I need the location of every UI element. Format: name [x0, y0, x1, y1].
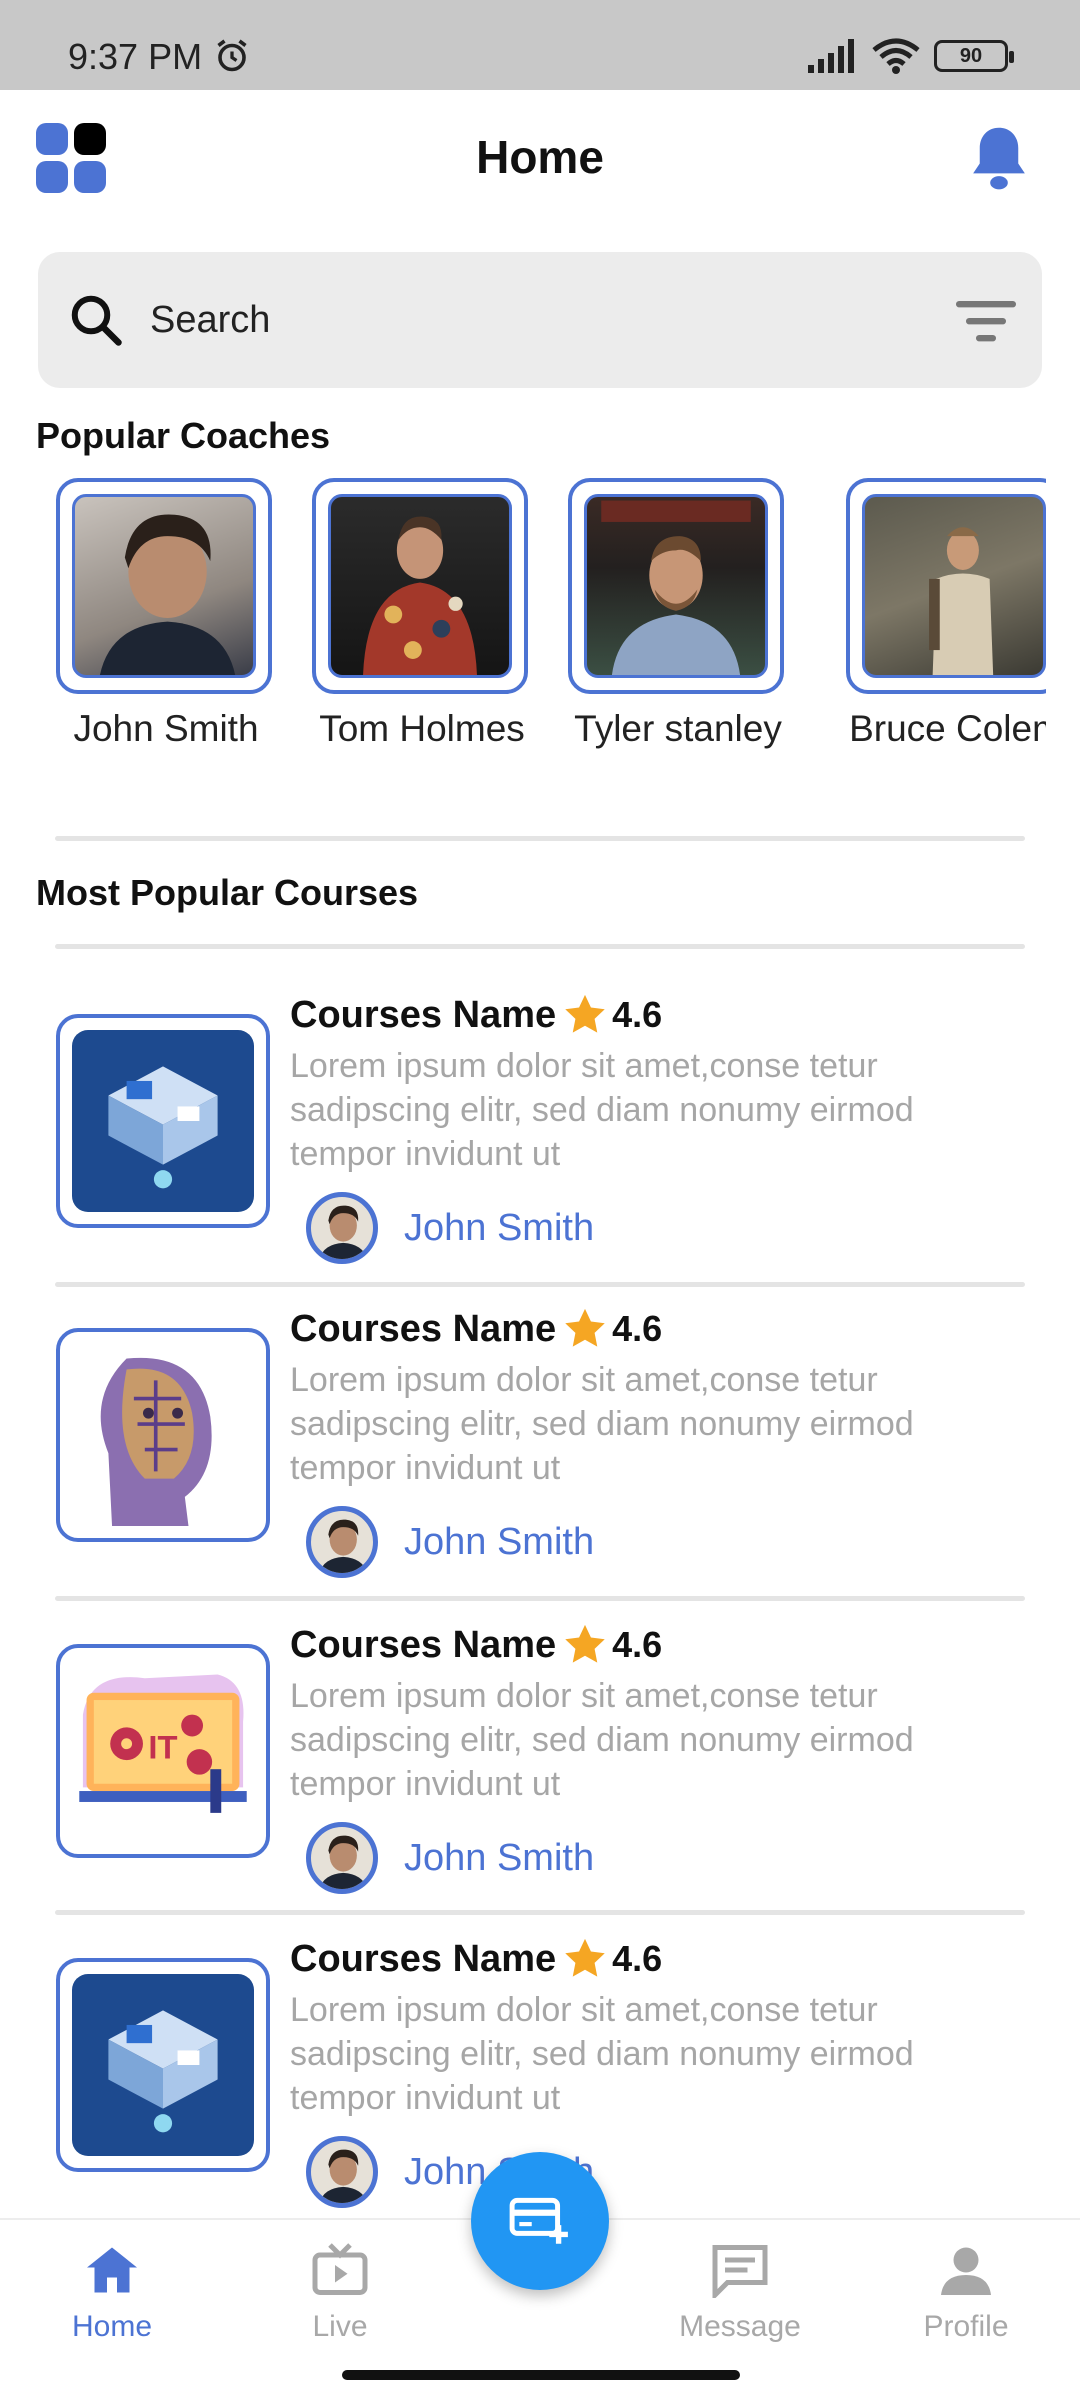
- course-name: Courses Name: [290, 993, 557, 1036]
- course-description: Lorem ipsum dolor sit amet,conse tetur s…: [290, 1991, 914, 2117]
- signal-icon: [808, 39, 854, 73]
- person-icon: [941, 2247, 991, 2295]
- nav-item-home[interactable]: Home: [32, 2242, 192, 2344]
- coach-photo: [862, 494, 1046, 678]
- star-icon: [565, 994, 605, 1033]
- course-card[interactable]: Courses Name 4.6 Lorem ipsum dolor sit a…: [0, 994, 1080, 1324]
- coach-photo-frame: [846, 478, 1046, 694]
- course-rating: 4.6: [612, 994, 663, 1035]
- nav-item-live[interactable]: Live: [260, 2242, 420, 2344]
- coach-photo-frame: [56, 478, 272, 694]
- course-card[interactable]: Courses Name 4.6 Lorem ipsum dolor sit a…: [0, 1308, 1080, 1638]
- section-divider: [55, 944, 1025, 949]
- coach-name: Bruce Colem: [849, 708, 1046, 749]
- battery-level: 90: [959, 44, 983, 67]
- coach-photo: [584, 494, 768, 678]
- course-thumbnail: [56, 1958, 270, 2172]
- coach-card[interactable]: Bruce Colem: [846, 478, 1046, 749]
- coach-photo: [72, 494, 256, 678]
- coach-name: John Smith: [73, 708, 259, 749]
- nav-label: Message: [679, 2310, 801, 2343]
- home-indicator: [342, 2370, 740, 2380]
- course-description: Lorem ipsum dolor sit amet,conse tetur s…: [290, 1047, 914, 1173]
- author-avatar: [306, 2136, 378, 2208]
- coach-card[interactable]: Tom Holmes: [312, 478, 542, 749]
- course-rating: 4.6: [612, 1308, 663, 1349]
- nav-item-profile[interactable]: Profile: [886, 2242, 1046, 2344]
- nav-label: Home: [71, 2310, 153, 2343]
- search-input[interactable]: [150, 282, 850, 358]
- course-author[interactable]: John Smith: [306, 1192, 594, 1264]
- section-divider: [55, 836, 1025, 841]
- message-icon: [712, 2245, 768, 2298]
- course-thumbnail: [56, 1328, 270, 1542]
- page-title: Home: [476, 131, 604, 183]
- popular-courses-title: Most Popular Courses: [36, 872, 419, 913]
- nav-label: Live: [312, 2310, 368, 2343]
- course-author[interactable]: John Smith: [306, 1822, 594, 1894]
- popular-coaches-title: Popular Coaches: [36, 415, 331, 456]
- search-icon: [71, 295, 122, 346]
- course-card[interactable]: IT Courses Name 4.6 Lorem ipsum dolor si…: [0, 1624, 1080, 1954]
- coach-photo: [328, 494, 512, 678]
- add-card-icon: [509, 2197, 568, 2244]
- nav-label: Profile: [923, 2310, 1009, 2343]
- coaches-carousel[interactable]: John Smith Tom Holmes Tyler stanley Bruc…: [0, 478, 1046, 758]
- course-divider: [55, 1910, 1025, 1915]
- notification-bell-icon[interactable]: [966, 122, 1032, 194]
- course-rating: 4.6: [612, 1624, 663, 1665]
- course-header: Courses Name 4.6: [290, 992, 662, 1038]
- course-divider: [55, 1282, 1025, 1287]
- author-name: John Smith: [404, 1836, 595, 1879]
- star-icon: [565, 1308, 605, 1347]
- filter-icon[interactable]: [956, 296, 1016, 346]
- author-name: John Smith: [404, 1520, 595, 1563]
- coach-card[interactable]: John Smith: [56, 478, 286, 749]
- course-name: Courses Name: [290, 1307, 557, 1350]
- wifi-icon: [872, 38, 920, 74]
- course-header: Courses Name 4.6: [290, 1936, 662, 1982]
- course-name: Courses Name: [290, 1623, 557, 1666]
- search-bar[interactable]: [38, 252, 1042, 388]
- star-icon: [565, 1938, 605, 1977]
- course-divider: [55, 1596, 1025, 1601]
- course-rating: 4.6: [612, 1938, 663, 1979]
- status-time: 9:37 PM: [68, 36, 203, 77]
- tv-icon: [312, 2243, 368, 2295]
- course-author[interactable]: John Smith: [306, 1506, 594, 1578]
- add-course-fab[interactable]: [471, 2152, 609, 2290]
- author-name: John Smith: [404, 1206, 595, 1249]
- svg-text:IT: IT: [148, 1728, 177, 1765]
- coach-photo-frame: [568, 478, 784, 694]
- status-bar: 9:37 PM 90: [0, 0, 1080, 90]
- status-indicators: 90: [808, 38, 1014, 74]
- course-description: Lorem ipsum dolor sit amet,conse tetur s…: [290, 1361, 914, 1487]
- battery-indicator: 90: [934, 40, 1014, 72]
- app-header: Home: [0, 90, 1080, 230]
- course-thumbnail: [56, 1014, 270, 1228]
- course-header: Courses Name 4.6: [290, 1306, 662, 1352]
- nav-item-message[interactable]: Message: [660, 2242, 820, 2344]
- alarm-icon: [217, 39, 247, 72]
- course-header: Courses Name 4.6: [290, 1622, 662, 1668]
- coach-photo-frame: [312, 478, 528, 694]
- author-avatar: [306, 1192, 378, 1264]
- star-icon: [565, 1624, 605, 1663]
- home-icon: [87, 2247, 137, 2293]
- author-avatar: [306, 1822, 378, 1894]
- coach-card[interactable]: Tyler stanley: [568, 478, 798, 749]
- course-description: Lorem ipsum dolor sit amet,conse tetur s…: [290, 1677, 914, 1803]
- coach-name: Tom Holmes: [319, 708, 525, 749]
- course-thumbnail: IT: [56, 1644, 270, 1858]
- author-avatar: [306, 1506, 378, 1578]
- course-name: Courses Name: [290, 1937, 557, 1980]
- coach-name: Tyler stanley: [574, 708, 782, 749]
